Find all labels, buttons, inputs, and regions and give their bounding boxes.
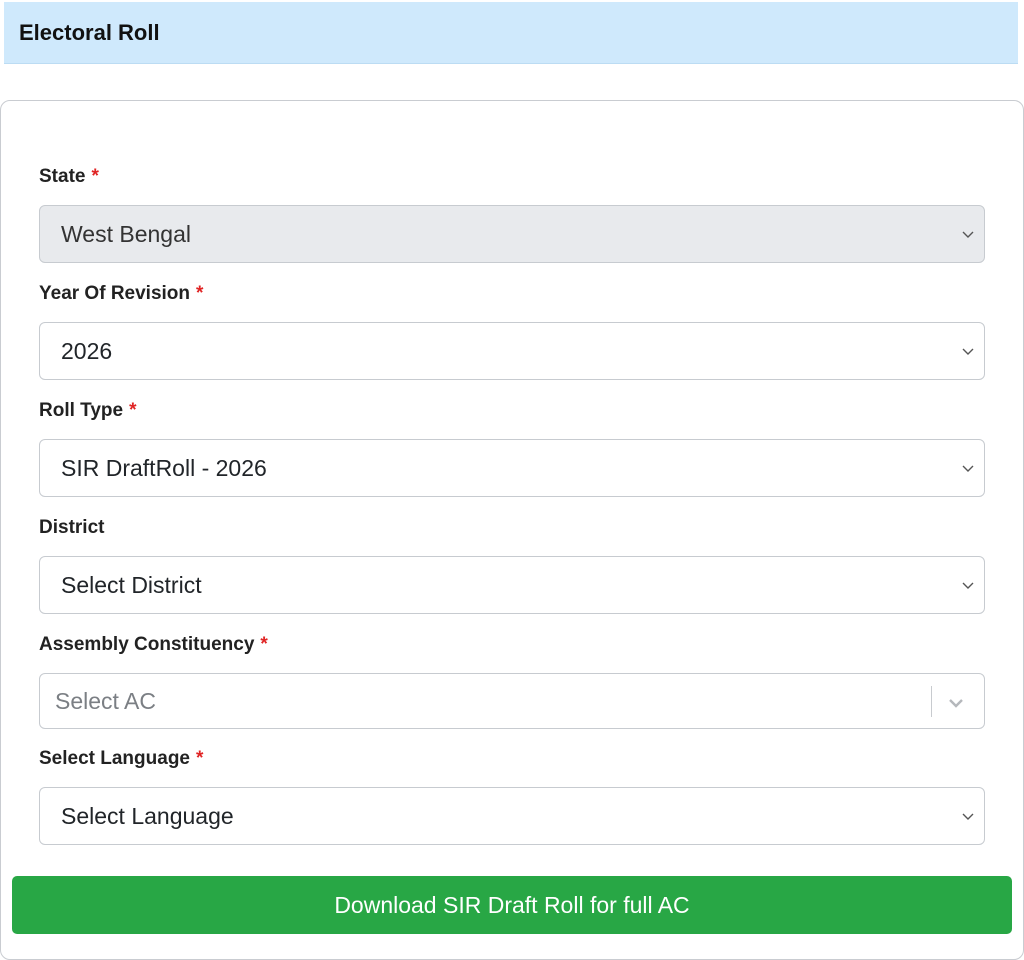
state-label-text: State bbox=[39, 166, 86, 187]
district-select[interactable]: Select District bbox=[39, 556, 985, 614]
page-header: Electoral Roll bbox=[4, 2, 1018, 64]
state-label: State * bbox=[39, 166, 99, 188]
assembly-select[interactable]: Select AC bbox=[39, 673, 985, 729]
roll-type-select-value: SIR DraftRoll - 2026 bbox=[61, 455, 267, 481]
district-label-text: District bbox=[39, 517, 105, 538]
language-label: Select Language * bbox=[39, 748, 203, 770]
required-mark: * bbox=[91, 166, 99, 187]
roll-type-label-text: Roll Type bbox=[39, 400, 124, 421]
year-label-text: Year Of Revision bbox=[39, 283, 191, 304]
chevron-down-icon bbox=[962, 582, 974, 589]
required-mark: * bbox=[196, 748, 204, 769]
state-select[interactable]: West Bengal bbox=[39, 205, 985, 263]
chevron-down-icon bbox=[962, 465, 974, 472]
year-select-value: 2026 bbox=[61, 338, 113, 364]
required-mark: * bbox=[260, 634, 268, 655]
roll-type-select[interactable]: SIR DraftRoll - 2026 bbox=[39, 439, 985, 497]
roll-type-label: Roll Type * bbox=[39, 400, 137, 422]
year-label: Year Of Revision * bbox=[39, 283, 203, 305]
required-mark: * bbox=[129, 400, 137, 421]
district-label: District bbox=[39, 517, 104, 539]
language-label-text: Select Language bbox=[39, 748, 190, 769]
state-select-value: West Bengal bbox=[61, 221, 191, 247]
indicator-separator bbox=[931, 686, 932, 717]
assembly-label: Assembly Constituency * bbox=[39, 634, 268, 656]
chevron-down-icon bbox=[962, 813, 974, 820]
assembly-select-placeholder: Select AC bbox=[55, 688, 156, 714]
chevron-down-icon bbox=[962, 348, 974, 355]
district-select-value: Select District bbox=[61, 572, 202, 598]
language-select-value: Select Language bbox=[61, 803, 234, 829]
required-mark: * bbox=[196, 283, 204, 304]
page-title: Electoral Roll bbox=[19, 20, 160, 45]
language-select[interactable]: Select Language bbox=[39, 787, 985, 845]
download-draft-roll-button[interactable]: Download SIR Draft Roll for full AC bbox=[12, 876, 1012, 934]
chevron-down-icon[interactable] bbox=[946, 693, 966, 713]
year-select[interactable]: 2026 bbox=[39, 322, 985, 380]
chevron-down-icon bbox=[962, 231, 974, 238]
assembly-label-text: Assembly Constituency bbox=[39, 634, 255, 655]
